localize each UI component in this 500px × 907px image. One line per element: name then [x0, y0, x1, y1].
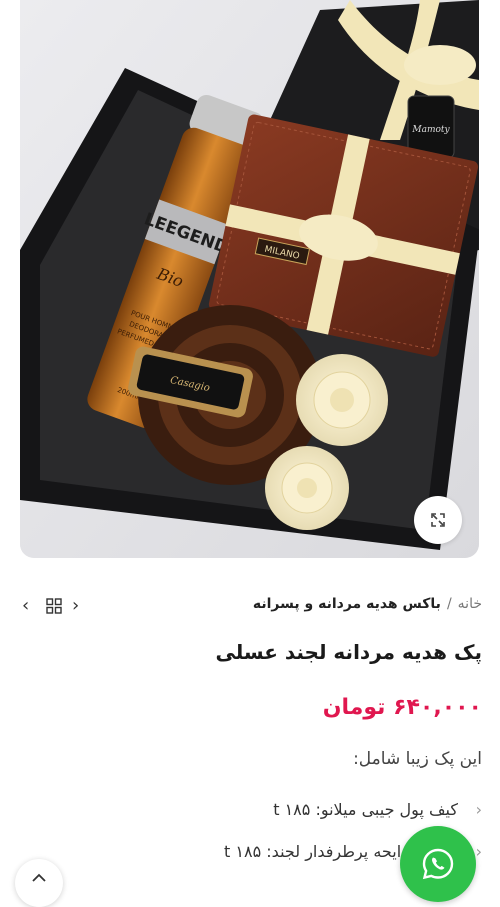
whatsapp-button[interactable] — [400, 826, 476, 902]
product-price: ۶۴۰,۰۰۰ تومان — [322, 695, 482, 720]
breadcrumb-separator: / — [446, 596, 452, 612]
chevron-left-icon: ‹ — [475, 842, 482, 861]
tag-text: Mamoty — [411, 125, 450, 135]
product-title: پک هدیه مردانه لجند عسلی — [215, 640, 482, 664]
whatsapp-icon — [422, 848, 454, 880]
breadcrumb-home[interactable]: خانه — [458, 596, 482, 612]
breadcrumb-row: ‹ › خانه / باکس هدیه مردانه و پسرانه — [0, 595, 500, 619]
grid-icon[interactable] — [46, 598, 62, 614]
breadcrumb: خانه / باکس هدیه مردانه و پسرانه — [253, 596, 482, 612]
chevron-right-icon: › — [72, 595, 80, 616]
prev-product-button[interactable]: ‹ — [22, 595, 29, 616]
chevron-up-icon — [32, 873, 46, 882]
expand-icon — [431, 513, 445, 527]
chevron-left-icon: ‹ — [475, 800, 482, 819]
next-product-button[interactable]: › — [72, 595, 79, 616]
chevron-left-icon: ‹ — [22, 595, 30, 616]
scroll-top-button[interactable] — [15, 859, 63, 907]
list-item-text: کیف پول جیبی میلانو: ۱۸۵ t — [273, 800, 458, 819]
breadcrumb-category[interactable]: باکس هدیه مردانه و پسرانه — [253, 596, 441, 612]
product-photo: Mamoty LEEGEND Bio POUR HOMME DEODORANT … — [20, 0, 479, 558]
product-image[interactable]: Mamoty LEEGEND Bio POUR HOMME DEODORANT … — [20, 0, 479, 558]
product-intro: این پک زیبا شامل: — [353, 749, 482, 769]
zoom-button[interactable] — [414, 496, 462, 544]
